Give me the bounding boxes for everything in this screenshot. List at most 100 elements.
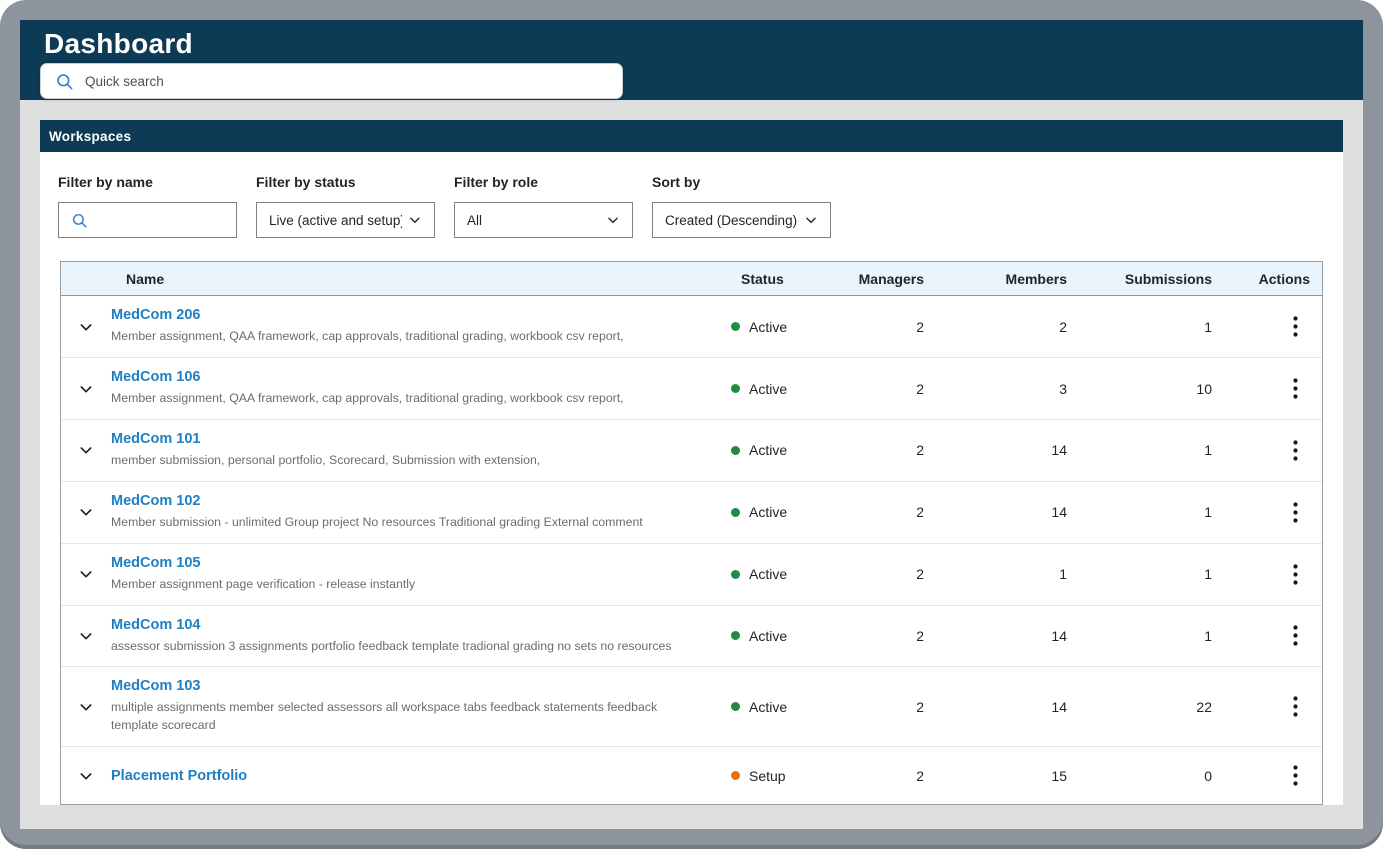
status-dot-icon <box>731 771 740 780</box>
column-header-name: Name <box>126 270 165 287</box>
actions-cell <box>1224 500 1322 525</box>
actions-cell <box>1224 376 1322 401</box>
actions-cell <box>1224 623 1322 648</box>
managers-count: 2 <box>916 380 924 397</box>
expand-row-button[interactable] <box>76 379 96 399</box>
kebab-menu-icon <box>1293 440 1298 461</box>
name-cell: MedCom 105 Member assignment page verifi… <box>111 544 686 605</box>
expander-cell <box>61 564 111 584</box>
kebab-menu-icon <box>1293 316 1298 337</box>
status-label: Active <box>749 504 788 521</box>
status-label: Setup <box>749 767 786 784</box>
workspace-link[interactable]: MedCom 101 <box>111 431 200 447</box>
members-count: 1 <box>1059 566 1067 583</box>
submissions-count: 10 <box>1196 380 1212 397</box>
column-header-managers: Managers <box>858 270 924 287</box>
expand-row-button[interactable] <box>76 502 96 522</box>
members-count: 2 <box>1059 318 1067 335</box>
sort-by-group: Sort by Created (Descending) <box>652 174 831 239</box>
workspaces-panel-header: Workspaces <box>40 120 1343 153</box>
workspace-description: Member submission - unlimited Group proj… <box>111 514 643 529</box>
status-dot-icon <box>731 507 740 517</box>
row-actions-menu-button[interactable] <box>1285 694 1306 719</box>
workspace-link[interactable]: MedCom 103 <box>111 678 200 694</box>
members-count: 15 <box>1051 767 1067 784</box>
managers-count: 2 <box>916 566 924 583</box>
chevron-down-icon <box>80 447 92 454</box>
status-cell: Active <box>686 319 824 335</box>
kebab-menu-icon <box>1293 625 1298 647</box>
filters-bar: Filter by name Filter by status Live (ac… <box>58 174 1343 239</box>
chevron-down-icon <box>80 703 92 711</box>
expand-row-button[interactable] <box>76 317 96 337</box>
status-label: Active <box>749 318 788 335</box>
table-row: MedCom 102 Member submission - unlimited… <box>61 480 1322 543</box>
expand-row-button[interactable] <box>76 564 96 584</box>
expander-cell <box>61 317 111 337</box>
submissions-count: 1 <box>1204 504 1212 521</box>
expander-cell <box>61 379 111 399</box>
name-cell: MedCom 103 multiple assignments member s… <box>111 667 686 746</box>
status-label: Active <box>749 698 788 715</box>
workspace-link[interactable]: MedCom 104 <box>111 617 200 633</box>
workspaces-panel: Workspaces Filter by name Filter by stat… <box>40 120 1343 805</box>
submissions-count: 1 <box>1204 566 1212 583</box>
submissions-count: 1 <box>1204 442 1212 459</box>
table-row: MedCom 206 Member assignment, QAA framew… <box>61 296 1322 357</box>
filter-role-select[interactable]: All <box>454 202 633 239</box>
status-label: Active <box>749 442 788 459</box>
column-header-members: Members <box>1005 270 1067 287</box>
submissions-count: 22 <box>1196 698 1212 715</box>
managers-count: 2 <box>916 504 924 521</box>
workspace-link[interactable]: MedCom 105 <box>111 555 200 571</box>
actions-cell <box>1224 438 1322 463</box>
kebab-menu-icon <box>1293 378 1298 399</box>
workspace-link[interactable]: Placement Portfolio <box>111 768 247 784</box>
members-count: 14 <box>1051 698 1067 715</box>
table-row: MedCom 106 Member assignment, QAA framew… <box>61 357 1322 419</box>
filter-name-input[interactable] <box>97 203 224 238</box>
row-actions-menu-button[interactable] <box>1285 500 1306 525</box>
expand-row-button[interactable] <box>76 440 96 460</box>
members-count: 14 <box>1051 442 1067 459</box>
chevron-down-icon <box>80 772 92 779</box>
row-actions-menu-button[interactable] <box>1285 763 1306 788</box>
expand-row-button[interactable] <box>76 766 96 786</box>
workspace-link[interactable]: MedCom 102 <box>111 493 200 509</box>
row-actions-menu-button[interactable] <box>1285 562 1306 587</box>
workspace-description: Member assignment, QAA framework, cap ap… <box>111 329 624 344</box>
sort-by-select[interactable]: Created (Descending) <box>652 202 831 239</box>
filter-by-name-group: Filter by name <box>58 174 237 239</box>
chevron-down-icon <box>410 217 420 224</box>
row-actions-menu-button[interactable] <box>1285 438 1306 463</box>
row-actions-menu-button[interactable] <box>1285 314 1306 339</box>
quick-search-input[interactable] <box>85 64 622 98</box>
kebab-menu-icon <box>1293 563 1298 585</box>
filter-by-name-label: Filter by name <box>58 174 153 191</box>
status-cell: Active <box>686 504 824 520</box>
quick-search-bar <box>40 63 623 99</box>
kebab-menu-icon <box>1293 765 1298 786</box>
name-cell: MedCom 206 Member assignment, QAA framew… <box>111 296 686 357</box>
chevron-down-icon <box>80 571 92 578</box>
workspace-link[interactable]: MedCom 206 <box>111 307 200 323</box>
expand-row-button[interactable] <box>76 697 96 717</box>
name-cell: MedCom 104 assessor submission 3 assignm… <box>111 606 686 667</box>
filter-name-input-wrap <box>58 202 237 239</box>
chevron-down-icon <box>80 633 92 640</box>
row-actions-menu-button[interactable] <box>1285 376 1306 401</box>
managers-count: 2 <box>916 318 924 335</box>
submissions-count: 1 <box>1204 318 1212 335</box>
table-row: Placement Portfolio Setup 2 15 0 <box>61 746 1322 804</box>
search-icon <box>72 213 87 228</box>
filter-status-select[interactable]: Live (active and setup) <box>256 202 435 239</box>
table-body: MedCom 206 Member assignment, QAA framew… <box>61 296 1322 804</box>
kebab-menu-icon <box>1293 502 1298 523</box>
status-cell: Active <box>686 628 824 644</box>
row-actions-menu-button[interactable] <box>1285 623 1306 648</box>
status-label: Active <box>749 627 788 644</box>
page-background: Dashboard Workspaces Filter by name <box>20 20 1363 829</box>
name-cell: MedCom 106 Member assignment, QAA framew… <box>111 358 686 419</box>
workspace-link[interactable]: MedCom 106 <box>111 369 200 385</box>
expand-row-button[interactable] <box>76 626 96 646</box>
